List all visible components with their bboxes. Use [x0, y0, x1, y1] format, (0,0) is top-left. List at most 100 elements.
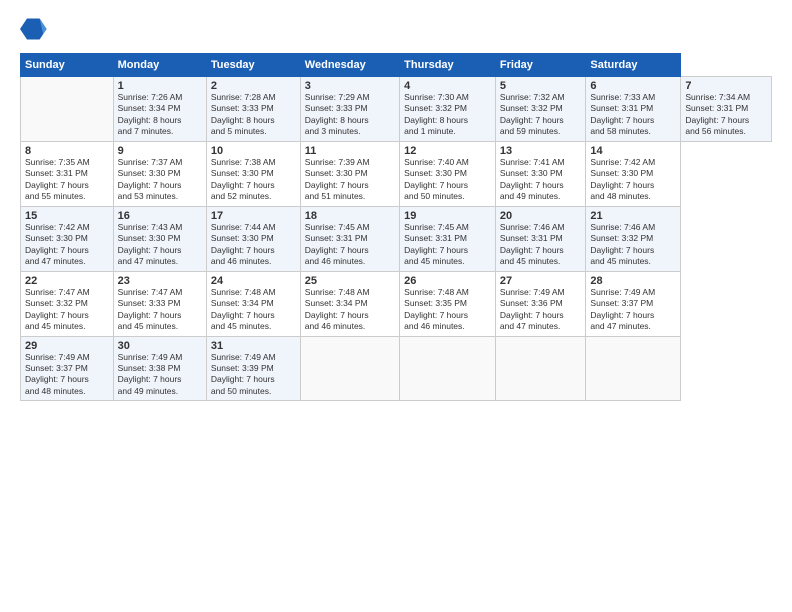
day-number: 24 — [211, 275, 296, 287]
page: SundayMondayTuesdayWednesdayThursdayFrid… — [0, 0, 792, 612]
calendar-cell: 31Sunrise: 7:49 AM Sunset: 3:39 PM Dayli… — [206, 336, 300, 401]
day-info: Sunrise: 7:42 AM Sunset: 3:30 PM Dayligh… — [590, 157, 676, 203]
calendar-cell: 28Sunrise: 7:49 AM Sunset: 3:37 PM Dayli… — [586, 271, 681, 336]
calendar-cell: 14Sunrise: 7:42 AM Sunset: 3:30 PM Dayli… — [586, 141, 681, 206]
day-number: 20 — [500, 210, 582, 222]
day-info: Sunrise: 7:49 AM Sunset: 3:37 PM Dayligh… — [25, 352, 109, 398]
day-info: Sunrise: 7:38 AM Sunset: 3:30 PM Dayligh… — [211, 157, 296, 203]
calendar-cell: 15Sunrise: 7:42 AM Sunset: 3:30 PM Dayli… — [21, 206, 114, 271]
day-number: 1 — [118, 80, 202, 92]
header-cell-friday: Friday — [495, 54, 586, 77]
calendar-body: 1Sunrise: 7:26 AM Sunset: 3:34 PM Daylig… — [21, 77, 772, 401]
header — [20, 15, 772, 43]
calendar-cell — [586, 336, 681, 401]
logo — [20, 15, 52, 43]
day-number: 21 — [590, 210, 676, 222]
calendar-cell: 7Sunrise: 7:34 AM Sunset: 3:31 PM Daylig… — [681, 77, 772, 142]
calendar-cell: 3Sunrise: 7:29 AM Sunset: 3:33 PM Daylig… — [300, 77, 399, 142]
header-cell-wednesday: Wednesday — [300, 54, 399, 77]
day-number: 2 — [211, 80, 296, 92]
day-number: 14 — [590, 145, 676, 157]
calendar-week-1: 8Sunrise: 7:35 AM Sunset: 3:31 PM Daylig… — [21, 141, 772, 206]
day-number: 15 — [25, 210, 109, 222]
calendar-cell: 26Sunrise: 7:48 AM Sunset: 3:35 PM Dayli… — [400, 271, 496, 336]
calendar-cell: 20Sunrise: 7:46 AM Sunset: 3:31 PM Dayli… — [495, 206, 586, 271]
calendar-table: SundayMondayTuesdayWednesdayThursdayFrid… — [20, 53, 772, 401]
calendar-cell: 27Sunrise: 7:49 AM Sunset: 3:36 PM Dayli… — [495, 271, 586, 336]
day-number: 26 — [404, 275, 491, 287]
calendar-cell: 18Sunrise: 7:45 AM Sunset: 3:31 PM Dayli… — [300, 206, 399, 271]
day-number: 3 — [305, 80, 395, 92]
day-number: 18 — [305, 210, 395, 222]
calendar-cell: 8Sunrise: 7:35 AM Sunset: 3:31 PM Daylig… — [21, 141, 114, 206]
calendar-week-4: 29Sunrise: 7:49 AM Sunset: 3:37 PM Dayli… — [21, 336, 772, 401]
calendar-cell: 6Sunrise: 7:33 AM Sunset: 3:31 PM Daylig… — [586, 77, 681, 142]
day-info: Sunrise: 7:40 AM Sunset: 3:30 PM Dayligh… — [404, 157, 491, 203]
day-number: 12 — [404, 145, 491, 157]
calendar-cell: 4Sunrise: 7:30 AM Sunset: 3:32 PM Daylig… — [400, 77, 496, 142]
calendar-cell: 9Sunrise: 7:37 AM Sunset: 3:30 PM Daylig… — [113, 141, 206, 206]
day-number: 23 — [118, 275, 202, 287]
calendar-week-2: 15Sunrise: 7:42 AM Sunset: 3:30 PM Dayli… — [21, 206, 772, 271]
day-info: Sunrise: 7:28 AM Sunset: 3:33 PM Dayligh… — [211, 92, 296, 138]
day-number: 11 — [305, 145, 395, 157]
day-number: 31 — [211, 340, 296, 352]
day-info: Sunrise: 7:41 AM Sunset: 3:30 PM Dayligh… — [500, 157, 582, 203]
calendar-cell: 10Sunrise: 7:38 AM Sunset: 3:30 PM Dayli… — [206, 141, 300, 206]
day-info: Sunrise: 7:45 AM Sunset: 3:31 PM Dayligh… — [305, 222, 395, 268]
day-number: 10 — [211, 145, 296, 157]
day-number: 28 — [590, 275, 676, 287]
header-cell-saturday: Saturday — [586, 54, 681, 77]
calendar-cell: 29Sunrise: 7:49 AM Sunset: 3:37 PM Dayli… — [21, 336, 114, 401]
calendar-cell — [400, 336, 496, 401]
day-number: 30 — [118, 340, 202, 352]
calendar-cell: 12Sunrise: 7:40 AM Sunset: 3:30 PM Dayli… — [400, 141, 496, 206]
header-cell-monday: Monday — [113, 54, 206, 77]
day-info: Sunrise: 7:39 AM Sunset: 3:30 PM Dayligh… — [305, 157, 395, 203]
day-info: Sunrise: 7:46 AM Sunset: 3:32 PM Dayligh… — [590, 222, 676, 268]
day-number: 27 — [500, 275, 582, 287]
day-info: Sunrise: 7:34 AM Sunset: 3:31 PM Dayligh… — [685, 92, 767, 138]
day-info: Sunrise: 7:29 AM Sunset: 3:33 PM Dayligh… — [305, 92, 395, 138]
header-cell-tuesday: Tuesday — [206, 54, 300, 77]
day-info: Sunrise: 7:47 AM Sunset: 3:32 PM Dayligh… — [25, 287, 109, 333]
day-info: Sunrise: 7:30 AM Sunset: 3:32 PM Dayligh… — [404, 92, 491, 138]
calendar-cell: 17Sunrise: 7:44 AM Sunset: 3:30 PM Dayli… — [206, 206, 300, 271]
calendar-cell: 24Sunrise: 7:48 AM Sunset: 3:34 PM Dayli… — [206, 271, 300, 336]
day-info: Sunrise: 7:43 AM Sunset: 3:30 PM Dayligh… — [118, 222, 202, 268]
day-info: Sunrise: 7:48 AM Sunset: 3:34 PM Dayligh… — [211, 287, 296, 333]
day-number: 25 — [305, 275, 395, 287]
calendar-cell: 16Sunrise: 7:43 AM Sunset: 3:30 PM Dayli… — [113, 206, 206, 271]
day-info: Sunrise: 7:33 AM Sunset: 3:31 PM Dayligh… — [590, 92, 676, 138]
day-number: 13 — [500, 145, 582, 157]
day-info: Sunrise: 7:32 AM Sunset: 3:32 PM Dayligh… — [500, 92, 582, 138]
day-info: Sunrise: 7:49 AM Sunset: 3:39 PM Dayligh… — [211, 352, 296, 398]
calendar-cell: 23Sunrise: 7:47 AM Sunset: 3:33 PM Dayli… — [113, 271, 206, 336]
day-number: 17 — [211, 210, 296, 222]
day-number: 29 — [25, 340, 109, 352]
day-number: 19 — [404, 210, 491, 222]
day-number: 22 — [25, 275, 109, 287]
calendar-cell: 21Sunrise: 7:46 AM Sunset: 3:32 PM Dayli… — [586, 206, 681, 271]
calendar-cell: 30Sunrise: 7:49 AM Sunset: 3:38 PM Dayli… — [113, 336, 206, 401]
calendar-cell: 2Sunrise: 7:28 AM Sunset: 3:33 PM Daylig… — [206, 77, 300, 142]
day-number: 9 — [118, 145, 202, 157]
day-info: Sunrise: 7:37 AM Sunset: 3:30 PM Dayligh… — [118, 157, 202, 203]
header-row: SundayMondayTuesdayWednesdayThursdayFrid… — [21, 54, 772, 77]
day-info: Sunrise: 7:26 AM Sunset: 3:34 PM Dayligh… — [118, 92, 202, 138]
day-info: Sunrise: 7:45 AM Sunset: 3:31 PM Dayligh… — [404, 222, 491, 268]
day-info: Sunrise: 7:48 AM Sunset: 3:35 PM Dayligh… — [404, 287, 491, 333]
calendar-week-0: 1Sunrise: 7:26 AM Sunset: 3:34 PM Daylig… — [21, 77, 772, 142]
calendar-header: SundayMondayTuesdayWednesdayThursdayFrid… — [21, 54, 772, 77]
calendar-cell — [21, 77, 114, 142]
day-info: Sunrise: 7:49 AM Sunset: 3:37 PM Dayligh… — [590, 287, 676, 333]
day-number: 7 — [685, 80, 767, 92]
day-number: 4 — [404, 80, 491, 92]
calendar-week-3: 22Sunrise: 7:47 AM Sunset: 3:32 PM Dayli… — [21, 271, 772, 336]
day-info: Sunrise: 7:42 AM Sunset: 3:30 PM Dayligh… — [25, 222, 109, 268]
calendar-cell — [300, 336, 399, 401]
day-number: 16 — [118, 210, 202, 222]
calendar-cell: 19Sunrise: 7:45 AM Sunset: 3:31 PM Dayli… — [400, 206, 496, 271]
day-info: Sunrise: 7:48 AM Sunset: 3:34 PM Dayligh… — [305, 287, 395, 333]
header-cell-sunday: Sunday — [21, 54, 114, 77]
